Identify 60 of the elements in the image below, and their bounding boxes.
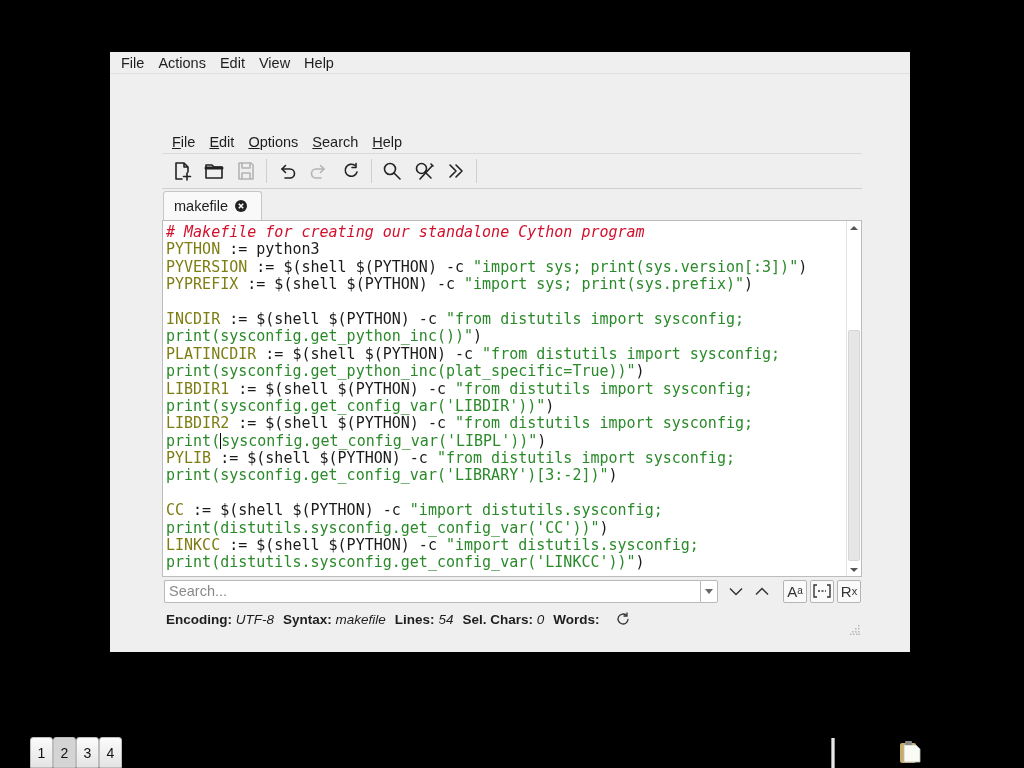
menu-item[interactable]: Help xyxy=(297,52,341,73)
chevron-down-icon xyxy=(729,586,743,596)
search-option-button[interactable]: A$^{a}$ xyxy=(783,579,807,603)
panel-separator xyxy=(831,738,835,768)
file-tab[interactable]: makefile xyxy=(163,191,262,220)
double-chevron-icon xyxy=(446,161,466,181)
menu-item[interactable]: Search xyxy=(305,131,366,152)
circular-arrow-icon xyxy=(616,612,631,626)
menu-item[interactable]: File xyxy=(165,131,203,152)
menu-item[interactable]: Help xyxy=(365,131,410,152)
code-line: # Makefile for creating our standalone Cython program xyxy=(166,224,645,242)
refresh-button[interactable] xyxy=(616,612,631,626)
scrollbar-track[interactable] xyxy=(846,221,861,576)
code-line: print(sysconfig.get_python_inc())") xyxy=(166,328,483,346)
search-field[interactable]: Search... xyxy=(164,579,700,603)
status-text: Sel. Chars: 0 xyxy=(462,611,545,627)
search-icon xyxy=(382,161,402,181)
code-line: CC := $(shell $(PYTHON) -c "import distutils.sysconfig; xyxy=(166,502,663,520)
menu-item[interactable]: Options xyxy=(241,131,306,152)
code-line: LIBDIR2 := $(shell $(PYTHON) -c "from distutils import sysconfig; xyxy=(166,415,753,433)
code-line: LINKCC := $(shell $(PYTHON) -c "import distutils.sysconfig; xyxy=(166,537,699,555)
workspace-button[interactable]: 2 xyxy=(53,737,76,768)
menu-item[interactable]: Edit xyxy=(212,52,252,73)
close-icon[interactable] xyxy=(235,200,247,212)
chevron-up-icon xyxy=(755,586,769,596)
whole-word-button[interactable] xyxy=(810,579,834,603)
workspace-button[interactable]: 3 xyxy=(76,737,99,768)
code-line: LIBDIR1 := $(shell $(PYTHON) -c "from distutils import sysconfig; xyxy=(166,380,753,398)
code-line: print(distutils.sysconfig.get_config_var('CC'))") xyxy=(166,519,609,538)
magnifier-pencil-icon xyxy=(414,161,434,181)
document-plus-icon xyxy=(172,161,192,181)
code-line: INCDIR := $(shell $(PYTHON) -c "from distutils import sysconfig; xyxy=(166,310,744,329)
caret-down-icon xyxy=(705,588,713,594)
code-line: print(sysconfig.get_config_var('LIBPL'))") xyxy=(166,432,547,451)
code-line: PYPREFIX := $(shell $(PYTHON) -c "import sys; print(sys.prefix)") xyxy=(166,276,754,294)
workspace-button[interactable]: 1 xyxy=(30,737,53,768)
status-text: Syntax: makefile xyxy=(283,611,386,627)
menu-item[interactable]: View xyxy=(251,52,298,73)
brackets-icon xyxy=(813,584,831,598)
code-editor[interactable] xyxy=(162,220,862,577)
code-line: print(distutils.sysconfig.get_config_var('LINKCC'))") xyxy=(166,554,645,572)
menu-item[interactable]: File xyxy=(114,52,152,73)
status-text: Lines: 54 xyxy=(394,611,454,627)
code-line: PYTHON := python3 xyxy=(166,241,320,259)
scrollbar-thumb[interactable] xyxy=(848,330,860,561)
code-line: print(sysconfig.get_python_inc(plat_specific=True))") xyxy=(166,363,645,381)
clipboard-icon[interactable] xyxy=(899,740,921,764)
code-line: PLATINCDIR := $(shell $(PYTHON) -c "from distutils import sysconfig; xyxy=(166,345,781,364)
status-text: Encoding: UTF-8 xyxy=(166,611,274,627)
menu-item[interactable]: Actions xyxy=(151,52,213,73)
menu-item[interactable]: Edit xyxy=(202,131,242,152)
folder-icon xyxy=(204,161,224,181)
code-line: PYVERSION := $(shell $(PYTHON) -c "import sys; print(sys.version[:3])") xyxy=(166,258,808,277)
status-text: Words: xyxy=(553,611,600,627)
code-line: print(sysconfig.get_config_var('LIBRARY')[3:-2])") xyxy=(166,467,618,485)
size-grip-icon[interactable] xyxy=(850,625,860,635)
code-line: print(sysconfig.get_config_var('LIBDIR'))") xyxy=(166,397,555,416)
workspace-button[interactable]: 4 xyxy=(99,737,122,768)
dropdown-button[interactable] xyxy=(700,579,718,603)
code-line: PYLIB := $(shell $(PYTHON) -c "from distutils import sysconfig; xyxy=(166,450,735,468)
